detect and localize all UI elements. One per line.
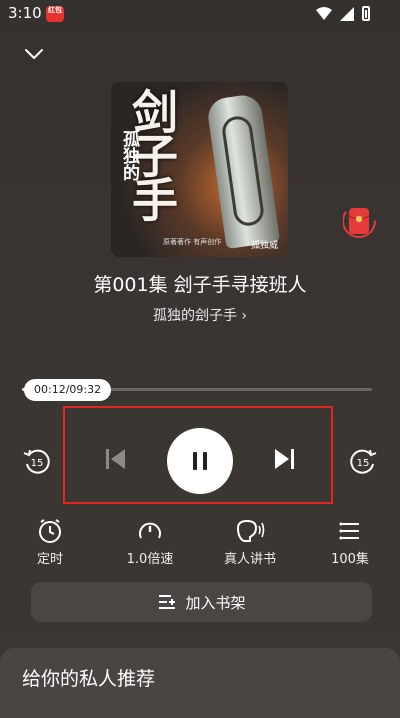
- system-icons: [316, 6, 370, 21]
- wifi-icon: [316, 6, 332, 20]
- episodes-button[interactable]: 100集: [310, 518, 390, 567]
- add-to-bookshelf-button[interactable]: 加入书架: [31, 582, 372, 622]
- add-bookshelf-icon: [159, 595, 176, 609]
- signal-icon: [340, 6, 354, 21]
- voice-icon: [236, 519, 265, 542]
- add-to-bookshelf-label: 加入书架: [185, 593, 246, 612]
- speed-icon: [139, 522, 161, 539]
- recommendation-panel[interactable]: 给你的私人推荐: [0, 648, 400, 718]
- speed-button[interactable]: 1.0倍速: [110, 518, 190, 567]
- track-title: 第001集 刽子手寻接班人: [93, 274, 307, 296]
- narration-label: 真人讲书: [223, 552, 276, 567]
- forward-15-icon[interactable]: 15: [348, 446, 378, 476]
- rewind-15-icon[interactable]: 15: [22, 446, 52, 476]
- progress-time-label[interactable]: 00:12/09:32: [24, 379, 112, 401]
- battery-icon: [362, 6, 370, 21]
- book-title-link[interactable]: 孤独的刽子手 ›: [0, 305, 400, 325]
- red-packet-icon[interactable]: [343, 202, 376, 240]
- app-notification-icon: 红包: [46, 6, 64, 22]
- narration-button[interactable]: 真人讲书: [210, 518, 290, 567]
- timer-button[interactable]: 定时: [10, 518, 90, 567]
- playlist-icon: [339, 522, 359, 540]
- status-bar: 3:10 红包: [0, 0, 400, 28]
- svg-text:15: 15: [357, 458, 370, 469]
- timer-label: 定时: [36, 552, 63, 567]
- book-cover: 剑子手 孤独的 原著著作 有声创作 孤独威: [111, 82, 288, 257]
- cover-credits: 原著著作 有声创作: [163, 238, 222, 246]
- cover-blade-illustration: [205, 92, 281, 250]
- cover-subtitle: 孤独的: [119, 130, 139, 181]
- clock-icon: [39, 519, 61, 543]
- controls-highlight-box: [63, 406, 333, 504]
- recommendation-title: 给你的私人推荐: [22, 668, 156, 690]
- episodes-label: 100集: [331, 552, 369, 567]
- svg-text:15: 15: [31, 458, 44, 469]
- speed-label: 1.0倍速: [126, 552, 174, 567]
- status-time: 3:10: [8, 4, 42, 22]
- cover-author: 孤独威: [250, 241, 278, 251]
- collapse-chevron-icon[interactable]: [22, 42, 46, 66]
